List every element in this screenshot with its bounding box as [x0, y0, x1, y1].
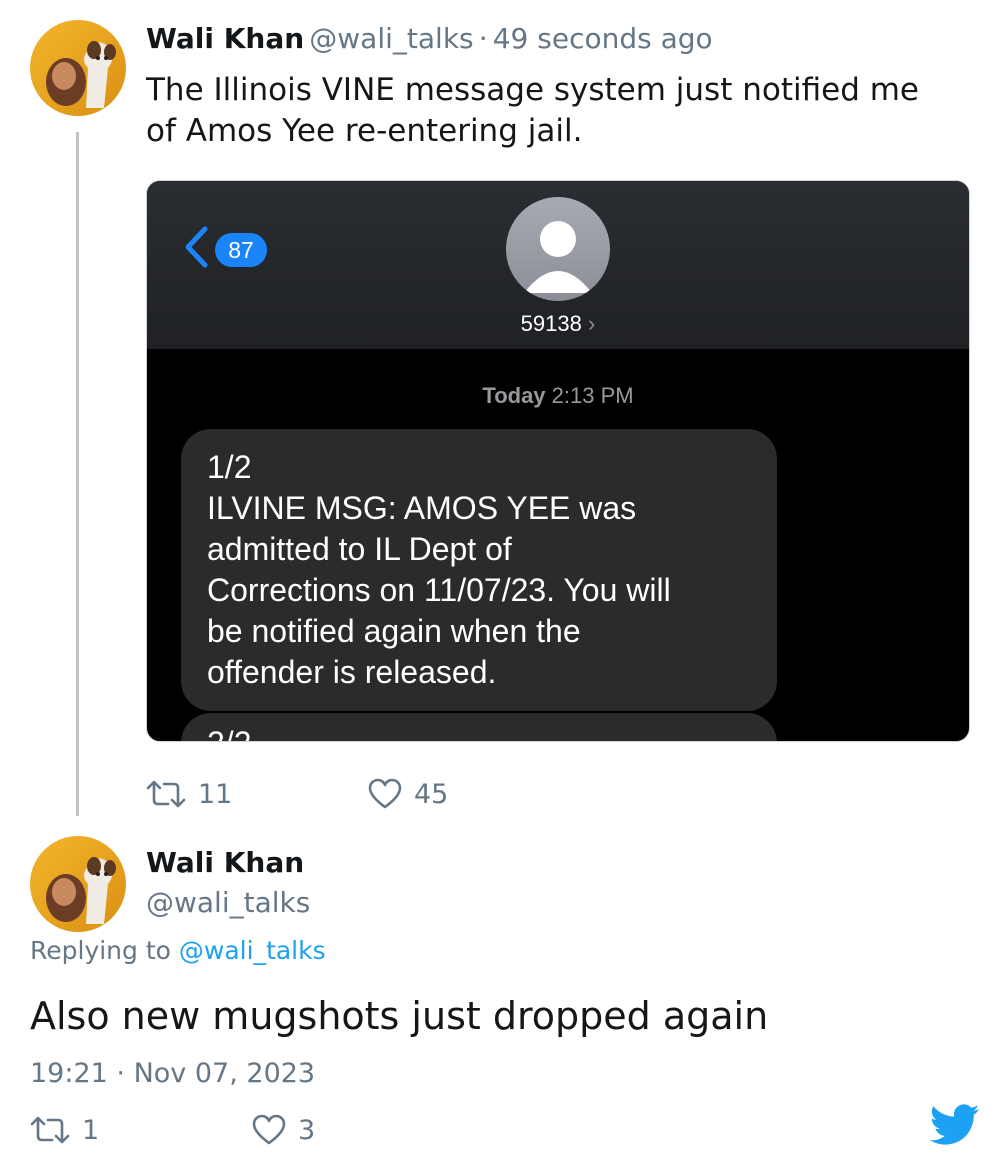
- replying-to-link[interactable]: @wali_talks: [179, 936, 326, 965]
- message-bubble[interactable]: 1/2 ILVINE MSG: AMOS YEE was admitted to…: [181, 429, 777, 711]
- like-button[interactable]: 3: [252, 1114, 315, 1146]
- contact-name[interactable]: 59138 ›: [447, 311, 669, 337]
- retweet-button[interactable]: 11: [146, 778, 232, 810]
- message-line: be notified again when the: [207, 613, 581, 649]
- back-chevron-icon[interactable]: [183, 225, 209, 269]
- message-peek: 2/2: [207, 725, 251, 741]
- timestamp-time: 2:13 PM: [551, 383, 634, 408]
- tweet-header: Wali Khan @wali_talks · 49 seconds ago: [146, 22, 713, 55]
- message-bubble-next[interactable]: 2/2: [181, 713, 777, 741]
- reply-author-handle[interactable]: @wali_talks: [146, 886, 310, 919]
- unread-count-badge[interactable]: 87: [215, 233, 267, 267]
- tweet-time[interactable]: 49 seconds ago: [493, 22, 713, 55]
- timestamp-day: Today: [482, 383, 546, 408]
- avatar[interactable]: [30, 20, 126, 116]
- contact-number: 59138: [520, 311, 582, 336]
- heart-icon: [252, 1114, 286, 1145]
- reply-author-name[interactable]: Wali Khan: [146, 846, 304, 879]
- message-line: admitted to IL Dept of: [207, 531, 512, 567]
- reply-text: Also new mugshots just dropped again: [30, 994, 769, 1038]
- chevron-right-icon: ›: [587, 311, 596, 336]
- like-button[interactable]: 45: [368, 778, 448, 810]
- replying-to: Replying to @wali_talks: [30, 936, 326, 965]
- message-line: offender is released.: [207, 654, 497, 690]
- person-icon: [524, 221, 592, 293]
- reply-timestamp[interactable]: 19:21 · Nov 07, 2023: [30, 1058, 315, 1089]
- twitter-logo[interactable]: [929, 1104, 980, 1150]
- message-line: ILVINE MSG: AMOS YEE was: [207, 490, 637, 526]
- avatar[interactable]: [30, 836, 126, 932]
- tweet-media[interactable]: 87 59138 › Today 2:13 PM 1/2 ILVINE MSG:…: [146, 180, 970, 742]
- like-count: 45: [414, 778, 449, 810]
- message-timestamp: Today 2:13 PM: [147, 383, 969, 409]
- reply-date: Nov 07, 2023: [133, 1058, 316, 1089]
- retweet-count: 1: [82, 1114, 100, 1146]
- replying-prefix: Replying to: [30, 936, 171, 965]
- separator: ·: [478, 22, 488, 55]
- thread-line: [76, 132, 79, 816]
- separator: ·: [116, 1058, 125, 1089]
- tweet-text: The Illinois VINE message system just no…: [146, 72, 920, 149]
- contact-avatar[interactable]: [506, 197, 610, 301]
- retweet-count: 11: [198, 778, 233, 810]
- retweet-button[interactable]: 1: [30, 1114, 99, 1146]
- message-line: Corrections on 11/07/23. You will: [207, 572, 671, 608]
- reply-time: 19:21: [30, 1058, 108, 1089]
- author-name[interactable]: Wali Khan: [146, 22, 304, 55]
- retweet-icon: [146, 780, 186, 808]
- retweet-icon: [30, 1116, 70, 1144]
- message-line: 1/2: [207, 449, 252, 485]
- author-handle[interactable]: @wali_talks: [309, 22, 473, 55]
- twitter-bird-icon: [929, 1104, 980, 1145]
- heart-icon: [368, 778, 402, 809]
- like-count: 3: [298, 1114, 316, 1146]
